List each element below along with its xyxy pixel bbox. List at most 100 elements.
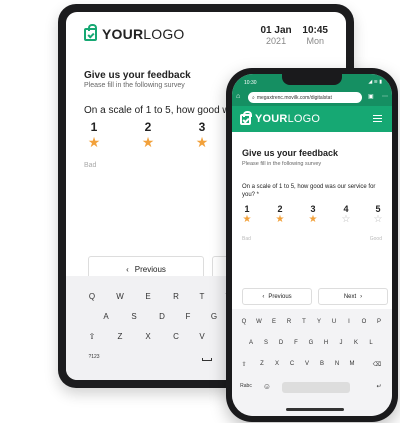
star-outline-icon: ☆	[341, 214, 351, 225]
space-key[interactable]	[282, 382, 350, 393]
hamburger-menu-icon[interactable]	[373, 115, 382, 124]
key[interactable]: Q	[86, 292, 98, 301]
key[interactable]: Q	[239, 319, 249, 325]
star-icon: ★	[141, 134, 155, 150]
star-icon: ★	[195, 134, 209, 150]
key[interactable]: P	[374, 319, 384, 325]
key[interactable]: O	[359, 319, 369, 325]
rating-option-3[interactable]: 3 ★	[306, 204, 320, 226]
star-icon: ★	[87, 134, 101, 150]
star-outline-icon: ☆	[373, 214, 383, 225]
rating-option-5[interactable]: 5 ☆	[371, 204, 385, 226]
next-button[interactable]: Next ›	[318, 288, 388, 305]
key[interactable]: G	[306, 340, 316, 346]
key[interactable]: V	[196, 332, 208, 341]
url-input[interactable]: ⌕ megaxtrenc.movilk.com/digitalstat	[248, 92, 362, 103]
rating-option-3[interactable]: 3 ★	[192, 120, 212, 150]
rating-option-2[interactable]: 2 ★	[138, 120, 158, 150]
key[interactable]: R	[284, 319, 294, 325]
key[interactable]: C	[170, 332, 182, 341]
key[interactable]: I	[344, 319, 354, 325]
return-icon[interactable]: ↵	[374, 383, 384, 390]
shift-icon[interactable]: ⇧	[239, 361, 249, 368]
key[interactable]: F	[182, 312, 194, 321]
symbols-key[interactable]: ?123	[84, 354, 104, 360]
key[interactable]: X	[142, 332, 154, 341]
search-icon: ⌕	[252, 94, 255, 101]
page-subtitle: Please fill in the following survey	[242, 161, 322, 167]
shopping-bag-icon	[84, 23, 97, 41]
key[interactable]: D	[156, 312, 168, 321]
rating-option-1[interactable]: 1 ★	[84, 120, 104, 150]
date-day: 01 Jan	[260, 25, 292, 36]
phone-keyboard: Q W E R T Y U I O P A S D F G H J K L ⇧ …	[232, 309, 392, 416]
emoji-icon[interactable]: ☺	[262, 382, 272, 391]
shopping-bag-icon	[240, 110, 252, 125]
key[interactable]: N	[332, 361, 342, 367]
key[interactable]: Z	[114, 332, 126, 341]
logo-light-text: LOGO	[143, 26, 185, 42]
phone-logo: YOURLOGO	[240, 110, 320, 125]
key[interactable]: B	[317, 361, 327, 367]
key[interactable]: E	[142, 292, 154, 301]
phone-device: 10:30 ◢ ≋ ▮ ⌂ ⌕ megaxtrenc.movilk.com/di…	[226, 68, 398, 422]
star-icon: ★	[242, 214, 252, 225]
star-icon: ★	[275, 214, 285, 225]
previous-button[interactable]: ‹ Previous	[242, 288, 312, 305]
key[interactable]: S	[128, 312, 140, 321]
key[interactable]: W	[254, 319, 264, 325]
key[interactable]: M	[347, 361, 357, 367]
shift-icon[interactable]: ⇧	[86, 332, 98, 341]
symbols-key[interactable]: Rabc	[238, 383, 254, 389]
key[interactable]: U	[329, 319, 339, 325]
star-icon: ★	[308, 214, 318, 225]
chevron-left-icon: ‹	[126, 264, 129, 274]
rating-bad-label: Bad	[242, 236, 251, 242]
logo-bold-text: YOUR	[102, 26, 144, 42]
home-indicator[interactable]	[286, 408, 344, 411]
survey-question: On a scale of 1 to 5, how good was our s…	[242, 184, 376, 198]
key[interactable]: T	[196, 292, 208, 301]
key[interactable]: T	[299, 319, 309, 325]
key[interactable]: R	[170, 292, 182, 301]
space-icon[interactable]	[202, 358, 212, 361]
key[interactable]: E	[269, 319, 279, 325]
key[interactable]: Z	[257, 361, 267, 367]
key[interactable]: W	[114, 292, 126, 301]
tablet-date-time: 01 Jan 2021 10:45 Mon	[253, 25, 329, 47]
key[interactable]: A	[246, 340, 256, 346]
key[interactable]: K	[351, 340, 361, 346]
chevron-left-icon: ‹	[262, 293, 265, 300]
status-time: 10:30	[244, 80, 257, 86]
tablet-logo: YOURLOGO	[84, 23, 185, 42]
tabs-icon[interactable]: ▣	[368, 93, 374, 101]
key[interactable]: X	[272, 361, 282, 367]
page-subtitle: Please fill in the following survey	[84, 82, 185, 89]
key[interactable]: Y	[314, 319, 324, 325]
status-bar: 10:30 ◢ ≋ ▮	[232, 74, 392, 90]
key[interactable]: S	[261, 340, 271, 346]
key[interactable]: F	[291, 340, 301, 346]
rating-option-1[interactable]: 1 ★	[240, 204, 254, 226]
rating-option-4[interactable]: 4 ☆	[339, 204, 353, 226]
key[interactable]: L	[366, 340, 376, 346]
more-icon[interactable]: ⋯	[382, 93, 388, 101]
key[interactable]: J	[336, 340, 346, 346]
rating-option-2[interactable]: 2 ★	[273, 204, 287, 226]
key[interactable]: V	[302, 361, 312, 367]
home-icon[interactable]: ⌂	[236, 93, 243, 100]
page-title: Give us your feedback	[242, 148, 339, 158]
key[interactable]: C	[287, 361, 297, 367]
tablet-header: YOURLOGO 01 Jan 2021 10:45 Mon	[66, 12, 346, 52]
backspace-icon[interactable]: ⌫	[372, 361, 382, 368]
browser-address-bar: ⌂ ⌕ megaxtrenc.movilk.com/digitalstat ▣ …	[232, 90, 392, 106]
key[interactable]: G	[208, 312, 220, 321]
phone-screen: 10:30 ◢ ≋ ▮ ⌂ ⌕ megaxtrenc.movilk.com/di…	[232, 74, 392, 416]
key[interactable]: A	[100, 312, 112, 321]
key[interactable]: D	[276, 340, 286, 346]
signal-wifi-battery-icon: ◢ ≋ ▮	[368, 79, 382, 85]
rating-good-label: Good	[369, 236, 382, 242]
app-header: YOURLOGO	[232, 106, 392, 132]
key[interactable]: H	[321, 340, 331, 346]
weekday: Mon	[306, 36, 324, 46]
